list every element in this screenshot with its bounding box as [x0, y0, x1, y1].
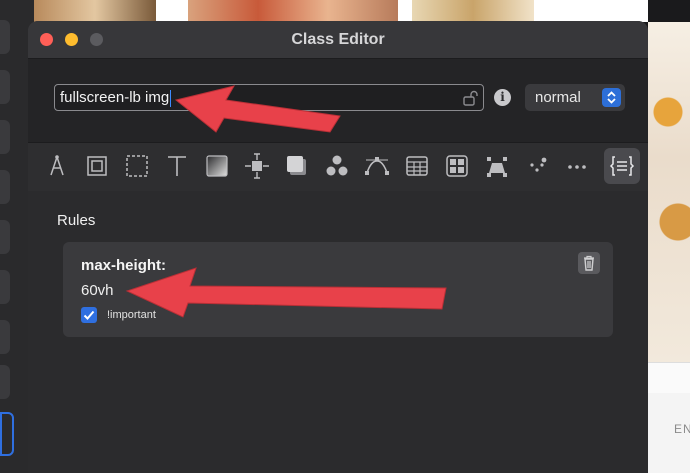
dock-slot-active[interactable]	[0, 412, 14, 456]
dock-slot[interactable]	[0, 20, 10, 54]
text-caret	[170, 89, 172, 107]
dock-slot[interactable]	[0, 70, 10, 104]
info-icon[interactable]: i	[494, 89, 511, 106]
background-image	[34, 0, 156, 22]
dock-slot[interactable]	[0, 120, 10, 154]
shadow-icon[interactable]	[282, 151, 312, 181]
state-select-value: normal	[535, 89, 581, 106]
rule-property: max-height:	[81, 257, 167, 274]
title-bar[interactable]: Class Editor	[28, 21, 648, 59]
close-button[interactable]	[40, 33, 53, 46]
background-artwork	[648, 22, 690, 362]
more-icon[interactable]	[562, 151, 592, 181]
class-selector-input[interactable]: fullscreen-lb img	[54, 84, 484, 111]
dashed-box-icon[interactable]	[122, 151, 152, 181]
zoom-button[interactable]	[90, 33, 103, 46]
code-icon[interactable]	[604, 148, 640, 184]
important-label: !important	[107, 309, 156, 321]
unlock-icon[interactable]	[461, 89, 479, 107]
chevron-updown-icon	[602, 88, 621, 107]
rule-card: max-height: 60vh !important	[63, 242, 613, 337]
transform-icon[interactable]	[482, 151, 512, 181]
dots-icon[interactable]	[522, 151, 552, 181]
state-select[interactable]: normal	[525, 84, 625, 111]
bezier-icon[interactable]	[362, 151, 392, 181]
dock-slot[interactable]	[0, 270, 10, 304]
class-editor-window: Class Editor fullscreen-lb img i normal	[28, 21, 648, 473]
style-toolbar	[28, 142, 648, 192]
box-icon[interactable]	[82, 151, 112, 181]
dock-slot[interactable]	[0, 365, 10, 399]
dock-slot[interactable]	[0, 170, 10, 204]
dock-slot[interactable]	[0, 320, 10, 354]
compass-icon[interactable]	[42, 151, 72, 181]
rules-heading: Rules	[57, 212, 96, 229]
background-image	[412, 0, 534, 22]
window-title: Class Editor	[291, 31, 385, 48]
dock-slot[interactable]	[0, 220, 10, 254]
background-band	[648, 362, 690, 393]
background-text: EN	[674, 422, 690, 436]
position-icon[interactable]	[242, 151, 272, 181]
class-selector-value[interactable]: fullscreen-lb img	[60, 85, 172, 110]
rule-value[interactable]: 60vh	[81, 282, 114, 299]
trash-icon[interactable]	[578, 252, 600, 274]
circles-icon[interactable]	[322, 151, 352, 181]
important-checkbox[interactable]	[81, 307, 97, 323]
type-icon[interactable]	[162, 151, 192, 181]
gradient-icon[interactable]	[202, 151, 232, 181]
background-image	[188, 0, 398, 22]
selector-bar: fullscreen-lb img i normal	[28, 59, 648, 142]
grid-icon[interactable]	[442, 151, 472, 181]
minimize-button[interactable]	[65, 33, 78, 46]
rules-panel: Rules max-height: 60vh !important	[28, 191, 648, 473]
table-icon[interactable]	[402, 151, 432, 181]
background-page-right: EN	[648, 22, 690, 473]
checkmark-icon	[83, 310, 95, 320]
